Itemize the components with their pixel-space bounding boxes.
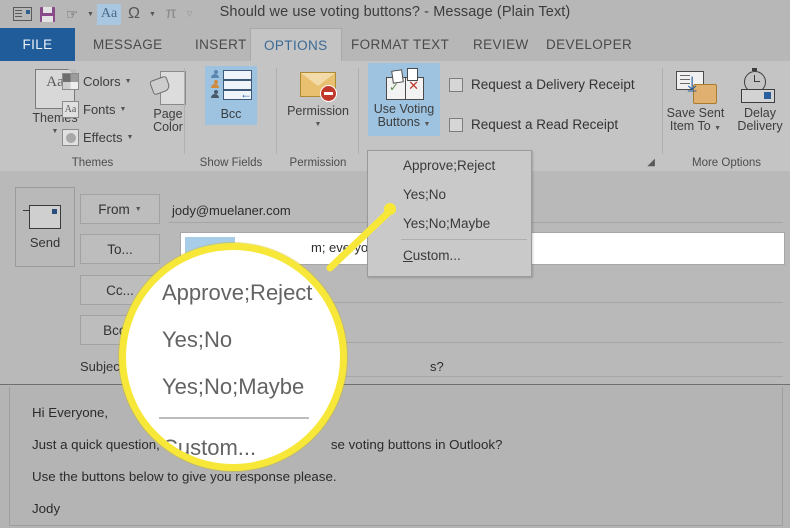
theme-colors-chevron-down-icon[interactable]: ▼: [125, 78, 132, 85]
permission-chevron-down-icon[interactable]: ▼: [315, 118, 322, 132]
tab-options[interactable]: OPTIONS: [250, 28, 342, 62]
to-button[interactable]: To...: [80, 234, 160, 264]
from-value: jody@muelaner.com: [172, 203, 291, 218]
delay-delivery-button[interactable]: Delay Delivery: [731, 68, 789, 133]
body-line-3: Use the buttons below to give you respon…: [32, 469, 337, 484]
window-title: Should we use voting buttons? - Message …: [219, 4, 571, 20]
cc-label: Cc...: [106, 282, 134, 298]
callout-item-yes-no-maybe[interactable]: Yes;No;Maybe: [162, 374, 304, 400]
callout-item-custom-rest: ustom...: [177, 435, 257, 460]
save-sent-label-1: Save Sent: [666, 106, 725, 120]
effects-icon: [62, 129, 79, 146]
menu-separator: [401, 239, 527, 240]
delay-label-1: Delay: [744, 106, 776, 120]
message-body-input[interactable]: Hi Everyone, Just a quick question, do y…: [9, 387, 783, 526]
save-sent-item-to-button[interactable]: ⤓ Save Sent Item To ▼: [663, 70, 728, 136]
ribbon-group-more-options-label: More Options: [691, 157, 762, 169]
bcc-icon: ←: [210, 69, 252, 103]
ribbon-group-show-fields-label: Show Fields: [199, 157, 263, 169]
ribbon-group-more-options: ⤓ Save Sent Item To ▼ Delay Delivery Mor…: [663, 61, 790, 171]
use-voting-label-2: Buttons: [377, 115, 420, 129]
callout-separator: [159, 417, 309, 419]
callout-item-approve-reject[interactable]: Approve;Reject: [162, 280, 312, 306]
ribbon-group-permission-label: Permission: [289, 157, 347, 169]
ribbon-group-show-fields: ← Bcc Show Fields: [185, 61, 277, 171]
body-line-4: Jody: [32, 501, 61, 516]
callout-item-custom[interactable]: Custom...: [162, 435, 256, 461]
save-sent-label-2: Item To: [669, 119, 711, 133]
save-sent-chevron-down-icon[interactable]: ▼: [714, 125, 721, 132]
theme-effects-button[interactable]: Effects ▼: [62, 129, 133, 146]
menu-item-yes-no-maybe[interactable]: Yes;No;Maybe: [368, 209, 531, 238]
request-delivery-receipt-row[interactable]: Request a Delivery Receipt: [449, 77, 635, 92]
save-sent-item-icon: ⤓: [675, 70, 717, 104]
menu-item-custom-rest: ustom...: [412, 248, 461, 263]
subject-value-fragment[interactable]: s?: [430, 359, 444, 374]
menu-item-yes-no[interactable]: Yes;No: [368, 180, 531, 209]
use-voting-buttons-menu: Approve;Reject Yes;No Yes;No;Maybe Custo…: [367, 150, 532, 277]
tracking-dialog-launcher-icon[interactable]: ◢: [647, 157, 655, 168]
page-color-icon: [151, 71, 186, 105]
theme-fonts-chevron-down-icon[interactable]: ▼: [120, 106, 127, 113]
menu-item-custom[interactable]: Custom...: [368, 241, 531, 270]
theme-fonts-button[interactable]: Aa Fonts ▼: [62, 101, 126, 118]
page-color-label-2: Color: [153, 120, 183, 134]
tab-format-text[interactable]: FORMAT TEXT: [338, 28, 462, 61]
send-icon: [23, 204, 61, 229]
theme-effects-chevron-down-icon[interactable]: ▼: [127, 134, 134, 141]
magnified-voting-menu-callout: Approve;Reject Yes;No Yes;No;Maybe Custo…: [119, 243, 347, 471]
callout-item-custom-accel: C: [162, 435, 178, 460]
ribbon-group-permission: Permission ▼ Permission: [277, 61, 359, 171]
bcc-label: Bcc: [220, 107, 242, 121]
tab-file[interactable]: FILE: [0, 28, 75, 61]
body-line-1: Hi Everyone,: [32, 405, 109, 420]
callout-item-yes-no[interactable]: Yes;No: [162, 327, 232, 353]
theme-fonts-label: Fonts: [83, 102, 116, 117]
ribbon-group-themes: Themes ▼ Colors ▼ Aa Fonts ▼ Effects ▼ P…: [0, 61, 186, 171]
request-read-receipt-row[interactable]: Request a Read Receipt: [449, 117, 618, 132]
theme-colors-button[interactable]: Colors ▼: [62, 73, 132, 90]
message-body-area: Hi Everyone, Just a quick question, do y…: [0, 384, 790, 528]
request-delivery-receipt-checkbox[interactable]: [449, 77, 463, 92]
send-label: Send: [29, 234, 61, 250]
tab-message[interactable]: MESSAGE: [80, 28, 176, 61]
menu-item-custom-accel: C: [403, 248, 413, 263]
request-read-receipt-checkbox[interactable]: [449, 117, 463, 132]
voting-ballot-icon: ✓ ✕: [384, 68, 424, 100]
request-delivery-receipt-label: Request a Delivery Receipt: [471, 77, 635, 92]
outlook-compose-window: ☞ ▼ Aa Ω ▼ π ▽ Should we use voting butt…: [0, 0, 790, 528]
permission-icon: [298, 70, 338, 102]
theme-colors-label: Colors: [83, 74, 121, 89]
tab-review[interactable]: REVIEW: [460, 28, 542, 61]
send-button[interactable]: Send: [15, 187, 75, 267]
use-voting-buttons-button[interactable]: ✓ ✕ Use Voting Buttons ▼: [368, 63, 440, 136]
tab-developer[interactable]: DEVELOPER: [533, 28, 645, 61]
from-label: From: [98, 201, 130, 217]
title-bar: ☞ ▼ Aa Ω ▼ π ▽ Should we use voting butt…: [0, 0, 790, 28]
delay-label-2: Delivery: [737, 119, 783, 133]
from-chevron-down-icon[interactable]: ▼: [135, 206, 142, 213]
use-voting-chevron-down-icon[interactable]: ▼: [423, 121, 430, 128]
page-color-label-1: Page: [153, 107, 183, 121]
colors-icon: [62, 73, 79, 90]
permission-label: Permission: [287, 104, 349, 118]
fonts-icon: Aa: [62, 101, 79, 118]
subject-label: Subject: [80, 359, 124, 374]
permission-button[interactable]: Permission ▼: [287, 70, 349, 132]
request-read-receipt-label: Request a Read Receipt: [471, 117, 619, 132]
bcc-button[interactable]: ← Bcc: [205, 66, 257, 125]
ribbon-tab-strip: FILE MESSAGE INSERT OPTIONS FORMAT TEXT …: [0, 28, 790, 62]
theme-effects-label: Effects: [83, 130, 123, 145]
menu-item-approve-reject[interactable]: Approve;Reject: [368, 151, 531, 180]
to-label: To...: [107, 241, 133, 257]
ribbon-group-themes-label: Themes: [71, 157, 114, 169]
use-voting-label-1: Use Voting: [373, 102, 435, 116]
delay-delivery-icon: [739, 68, 781, 104]
from-button[interactable]: From ▼: [80, 194, 160, 224]
body-line-2b: se voting buttons in Outlook?: [330, 437, 503, 452]
tab-insert[interactable]: INSERT: [182, 28, 260, 61]
themes-chevron-down-icon[interactable]: ▼: [52, 125, 59, 139]
